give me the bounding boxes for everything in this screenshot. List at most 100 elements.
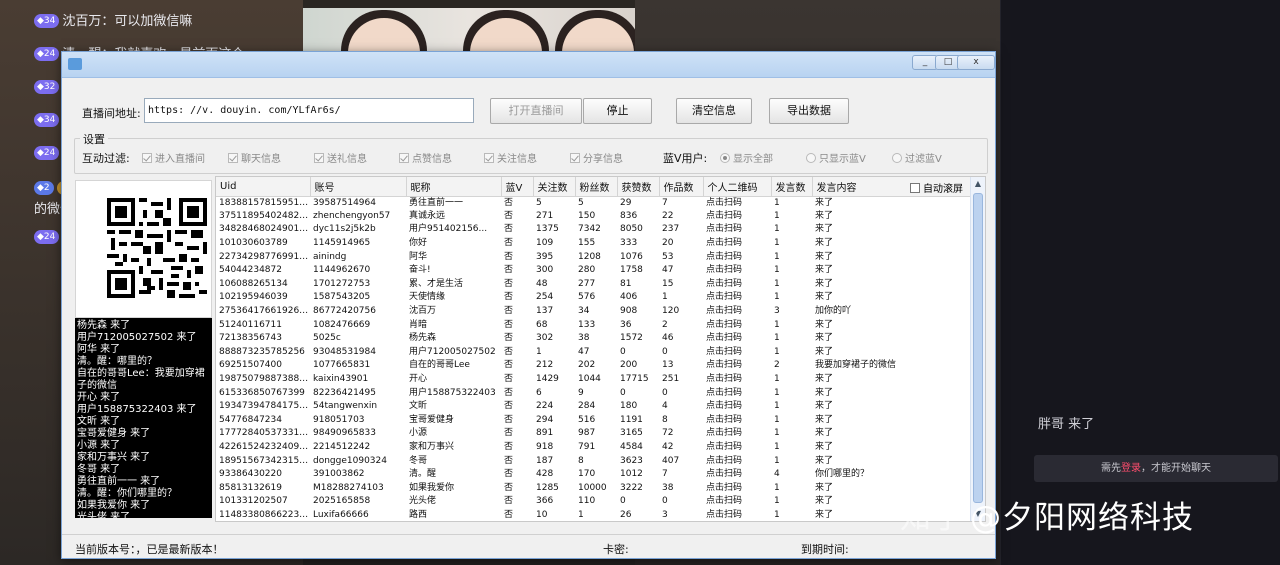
table-row[interactable]: 888873235785256 93048531984 用户712005027502… <box>216 346 971 360</box>
table-row[interactable]: 101331202507 2025165858 光头佬否 366 110 0 0 点击扫码 1 来… <box>216 495 971 509</box>
table-cell: dyc11s2j5k2b <box>313 224 376 235</box>
qr-scan-link[interactable]: 点击扫码 <box>703 509 771 521</box>
user-data-table[interactable]: Uid 账号 昵称 蓝V 关注数 粉丝数 获赞数 作品数 个人二维码 发言数 发言内容 183881… <box>215 176 986 522</box>
qr-scan-link[interactable]: 点击扫码 <box>703 386 771 400</box>
table-row[interactable]: 85813132619 M18288274103 如果我爱你 否 1285 10000 32… <box>216 481 971 495</box>
table-row[interactable]: 101030603789 1145914965 你好 否 109 155 333 20 点击扫码… <box>216 237 971 251</box>
qr-scan-link[interactable]: 点击扫码 <box>703 359 771 373</box>
table-row[interactable]: 2753641766192620 86772420756 沈百万 否 137 34 908 1… <box>216 305 971 319</box>
column-header[interactable]: 获赞数 <box>617 177 660 197</box>
table-cell: 文昕 <box>409 401 428 412</box>
qr-scan-link[interactable]: 点击扫码 <box>703 237 771 251</box>
column-header[interactable]: 发言数 <box>771 177 813 197</box>
filter-gift-checkbox[interactable]: 送礼信息 <box>314 150 367 165</box>
table-row[interactable]: 1934739478417565 54tangwenxin 文昕 否 224 284 180… <box>216 400 971 414</box>
login-prompt-text: 需先 <box>1101 463 1121 474</box>
bluev-only-radio[interactable]: 只显示蓝V <box>806 150 866 165</box>
table-row[interactable]: 3751189540248280 zhenchengyon57 真诚永远 否 271 15… <box>216 210 971 224</box>
table-cell: 来了 <box>815 210 834 221</box>
column-header[interactable]: 粉丝数 <box>575 177 618 197</box>
column-header[interactable]: 昵称 <box>406 177 502 197</box>
table-row[interactable]: 615336850767399 82236421495 用户158875322403… <box>216 386 971 400</box>
table-row[interactable]: 1895156734231543 dongge1090324 冬哥 否 187 8 3623… <box>216 454 971 468</box>
qr-scan-link[interactable]: 点击扫码 <box>703 305 771 319</box>
table-row[interactable]: 1838815781595183 39587514964 勇往直前一一 否 5 5 29 7 点… <box>216 196 971 210</box>
chat-username[interactable]: 沈百万： <box>62 14 114 29</box>
table-cell: 72 <box>662 428 674 439</box>
auto-scroll-checkbox[interactable]: 自动滚屏 <box>908 180 963 195</box>
table-cell: 1082476669 <box>313 319 371 330</box>
table-cell: 54776847234 <box>219 414 282 425</box>
scroll-thumb[interactable] <box>973 193 983 503</box>
filter-follow-checkbox[interactable]: 关注信息 <box>484 150 537 165</box>
stop-button[interactable]: 停止 <box>583 98 652 124</box>
table-row[interactable]: 1777284053733192 98490965833 小源 否 891 987 3165… <box>216 427 971 441</box>
column-header[interactable]: 关注数 <box>533 177 576 197</box>
qr-scan-link[interactable]: 点击扫码 <box>703 264 771 278</box>
qr-scan-link[interactable]: 点击扫码 <box>703 468 771 482</box>
table-row[interactable]: 93386430220 391003862 清。醒 否 428 170 1012 7 点击扫码 4… <box>216 468 971 482</box>
qr-scan-link[interactable]: 点击扫码 <box>703 210 771 224</box>
table-scrollbar[interactable]: ▲ ▼ <box>970 177 985 521</box>
table-row[interactable]: 106088265134 1701272753 累、才是生活 否 48 277 81 15 点击… <box>216 278 971 292</box>
bluev-filter-radio[interactable]: 过滤蓝V <box>892 150 942 165</box>
column-header[interactable]: 作品数 <box>659 177 704 197</box>
table-row[interactable]: 102195946039 1587543205 天使情缘否 254 576 406 1 点击扫… <box>216 291 971 305</box>
qr-scan-link[interactable]: 点击扫码 <box>703 454 771 468</box>
login-link[interactable]: 登录 <box>1121 463 1141 474</box>
table-cell: 53 <box>662 251 674 262</box>
table-cell: 6 <box>536 387 542 398</box>
login-prompt[interactable]: 需先登录，才能开始聊天 <box>1034 455 1278 482</box>
qr-scan-link[interactable]: 点击扫码 <box>703 373 771 387</box>
table-row[interactable]: 3482846802490135 dyc11s2j5k2b 用户951402156.… <box>216 223 971 237</box>
table-row[interactable]: 72138356743 5025c 杨先森 否 302 38 1572 46 点击扫码 1 来了 <box>216 332 971 346</box>
table-row[interactable]: 1987507988738845 kaixin43901 开心 否 1429 1044 17… <box>216 373 971 387</box>
qr-scan-link[interactable]: 点击扫码 <box>703 414 771 428</box>
table-cell: 0 <box>662 346 668 357</box>
qr-scan-link[interactable]: 点击扫码 <box>703 332 771 346</box>
table-row[interactable]: 4226152423240984 2214512242 家和万事兴 否 918 791 45… <box>216 441 971 455</box>
qr-scan-link[interactable]: 点击扫码 <box>703 318 771 332</box>
export-button[interactable]: 导出数据 <box>769 98 849 124</box>
scroll-up-icon[interactable]: ▲ <box>972 177 984 191</box>
qr-scan-link[interactable]: 点击扫码 <box>703 400 771 414</box>
qr-scan-link[interactable]: 点击扫码 <box>703 481 771 495</box>
qr-scan-link[interactable]: 点击扫码 <box>703 346 771 360</box>
table-cell: 1 <box>774 278 780 289</box>
qr-scan-link[interactable]: 点击扫码 <box>703 223 771 237</box>
table-row[interactable]: 54044234872 1144962670 奋斗! 否 300 280 1758 47 点击扫… <box>216 264 971 278</box>
open-room-button[interactable]: 打开直播间 <box>490 98 582 124</box>
table-row[interactable]: 69251507400 1077665831 自在的哥哥Lee 否 212 202 200 1… <box>216 359 971 373</box>
qr-scan-link[interactable]: 点击扫码 <box>703 291 771 305</box>
qr-scan-link[interactable]: 点击扫码 <box>703 495 771 509</box>
column-header[interactable]: 账号 <box>310 177 407 197</box>
table-row[interactable]: 1148338086622343 Luxifa66666 路西 否 10 1 26 3 点击扫码… <box>216 509 971 521</box>
column-header[interactable]: 蓝V <box>501 177 534 197</box>
qr-scan-link[interactable]: 点击扫码 <box>703 250 771 264</box>
qr-scan-link[interactable]: 点击扫码 <box>703 196 771 210</box>
qr-scan-link[interactable]: 点击扫码 <box>703 427 771 441</box>
filter-like-checkbox[interactable]: 点赞信息 <box>399 150 452 165</box>
title-bar[interactable]: _ □ x <box>62 52 995 78</box>
table-cell: 187 <box>536 455 554 466</box>
table-cell: 用户951402156... <box>409 224 488 235</box>
filter-enter-checkbox[interactable]: 进入直播间 <box>142 150 205 165</box>
table-cell: 否 <box>504 455 514 466</box>
qr-scan-link[interactable]: 点击扫码 <box>703 278 771 292</box>
close-button[interactable]: x <box>957 55 995 70</box>
url-input[interactable]: https: //v. douyin. com/YLfAr6s/ <box>144 98 474 123</box>
clear-button[interactable]: 清空信息 <box>676 98 752 124</box>
column-header[interactable]: 个人二维码 <box>703 177 772 197</box>
console-line: 如果我爱你 来了 <box>77 500 151 511</box>
qr-scan-link[interactable]: 点击扫码 <box>703 441 771 455</box>
table-row[interactable]: 51240116711 1082476669 肖暗 否 68 133 36 2 点击扫码 1 来了 <box>216 318 971 332</box>
console-log: 杨先森 来了 用户712005027502 来了 阿华 来了 清。醒：哪里的？ 自在的哥… <box>75 318 212 518</box>
filter-chat-checkbox[interactable]: 聊天信息 <box>228 150 281 165</box>
bluev-show-all-radio[interactable]: 显示全部 <box>720 150 773 165</box>
table-cell: 3222 <box>620 482 643 493</box>
column-header[interactable]: Uid <box>216 177 311 197</box>
filter-share-checkbox[interactable]: 分享信息 <box>570 150 623 165</box>
console-line: 清。醒：哪里的？ <box>77 356 157 367</box>
table-row[interactable]: 2273429877699147 ainindg 阿华 否 395 1208 1076 53 点… <box>216 250 971 264</box>
table-row[interactable]: 54776847234 918051703 宝哥爱健身 否 294 516 1191 8 点击扫… <box>216 414 971 428</box>
